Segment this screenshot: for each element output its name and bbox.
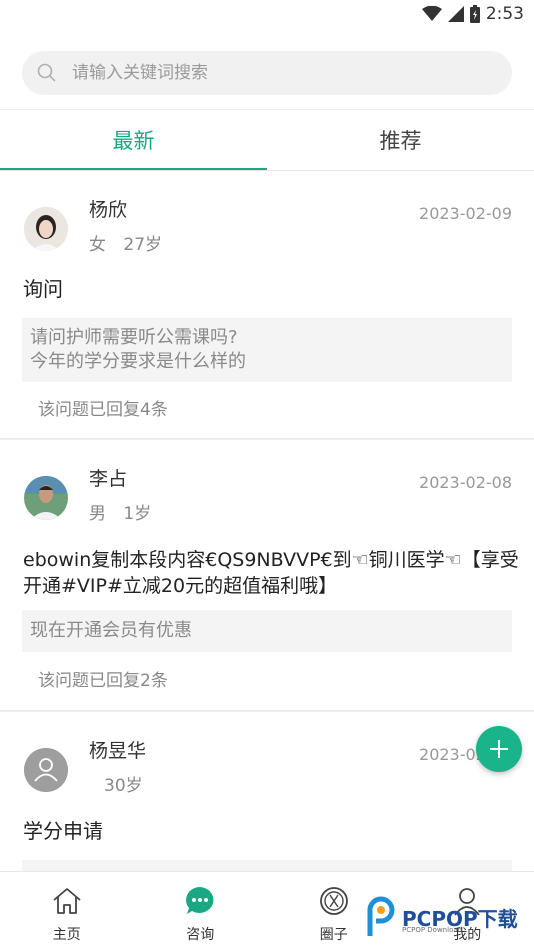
question-card[interactable]: 李占 男 1岁 2023-02-08 ebowin复制本段内容€QS9NBVVP… <box>0 440 534 712</box>
post-date: 2023-02-09 <box>419 204 512 223</box>
question-title: 询问 <box>23 276 63 302</box>
question-title: 学分申请 <box>23 818 103 844</box>
wifi-icon <box>422 6 442 22</box>
user-name: 杨欣 <box>89 195 127 222</box>
user-gender: 男 <box>89 504 106 524</box>
signal-icon <box>448 6 464 22</box>
question-title: ebowin复制本段内容€QS9NBVVP€到☜铜川医学☜【享受 开通#VIP#… <box>23 547 519 599</box>
nav-circle-label: 圈子 <box>320 924 348 944</box>
user-meta: 男 1岁 <box>89 499 151 524</box>
question-card[interactable]: 杨昱华 30岁 2023-02-08 学分申请 <box>0 712 534 871</box>
avatar[interactable] <box>24 748 68 792</box>
nav-consult[interactable]: 咨询 <box>134 872 268 951</box>
nav-consult-label: 咨询 <box>186 924 214 944</box>
status-time: 2:53 <box>486 4 524 24</box>
question-title-line: 开通#VIP#立减20元的超值福利哦】 <box>23 573 519 599</box>
question-body: 现在开通会员有优惠 <box>22 610 512 652</box>
watermark-subtext: PCPOP Download <box>402 926 462 934</box>
reply-count: 该问题已回复2条 <box>38 666 168 691</box>
user-name: 杨昱华 <box>89 736 146 763</box>
nav-home[interactable]: 主页 <box>0 872 134 951</box>
user-age: 27岁 <box>123 235 162 255</box>
user-meta: 女 27岁 <box>89 230 162 255</box>
user-meta: 30岁 <box>104 771 143 796</box>
pcpop-logo-icon <box>362 896 398 938</box>
user-gender: 女 <box>89 235 106 255</box>
tab-bar: 最新 推荐 <box>0 110 534 170</box>
reply-count: 该问题已回复4条 <box>38 395 168 420</box>
male-avatar-photo <box>24 476 68 520</box>
home-icon <box>50 884 84 918</box>
question-card[interactable]: 杨欣 女 27岁 2023-02-09 询问 请问护师需要听公需课吗? 今年的学… <box>0 171 534 440</box>
question-body-line: 请问护师需要听公需课吗? <box>30 326 504 350</box>
chat-icon <box>183 884 217 918</box>
question-feed: 杨欣 女 27岁 2023-02-09 询问 请问护师需要听公需课吗? 今年的学… <box>0 171 534 871</box>
status-bar: 2:53 <box>0 0 534 30</box>
add-question-button[interactable] <box>476 726 522 772</box>
pcpop-watermark: PCPOP下载 PCPOP Download <box>362 892 532 942</box>
default-avatar-icon <box>24 748 68 792</box>
search-bar[interactable] <box>22 51 512 95</box>
tab-latest[interactable]: 最新 <box>0 110 267 170</box>
circle-icon <box>317 884 351 918</box>
status-icons: 2:53 <box>422 4 524 24</box>
question-body: 请问护师需要听公需课吗? 今年的学分要求是什么样的 <box>22 318 512 382</box>
question-title-line: ebowin复制本段内容€QS9NBVVP€到☜铜川医学☜【享受 <box>23 547 519 573</box>
tab-recommended[interactable]: 推荐 <box>267 110 534 170</box>
question-body-line: 现在开通会员有优惠 <box>30 619 504 643</box>
plus-icon <box>488 738 510 760</box>
search-input[interactable] <box>70 62 474 84</box>
question-body-line: 今年的学分要求是什么样的 <box>30 350 504 374</box>
avatar[interactable] <box>24 476 68 520</box>
user-age: 30岁 <box>104 776 143 796</box>
post-date: 2023-02-08 <box>419 473 512 492</box>
battery-icon <box>470 5 480 23</box>
question-body <box>22 860 512 871</box>
user-age: 1岁 <box>123 504 151 524</box>
female-avatar-photo <box>24 207 68 251</box>
nav-home-label: 主页 <box>53 924 81 944</box>
avatar[interactable] <box>24 207 68 251</box>
user-name: 李占 <box>89 464 127 491</box>
search-icon <box>36 62 58 84</box>
